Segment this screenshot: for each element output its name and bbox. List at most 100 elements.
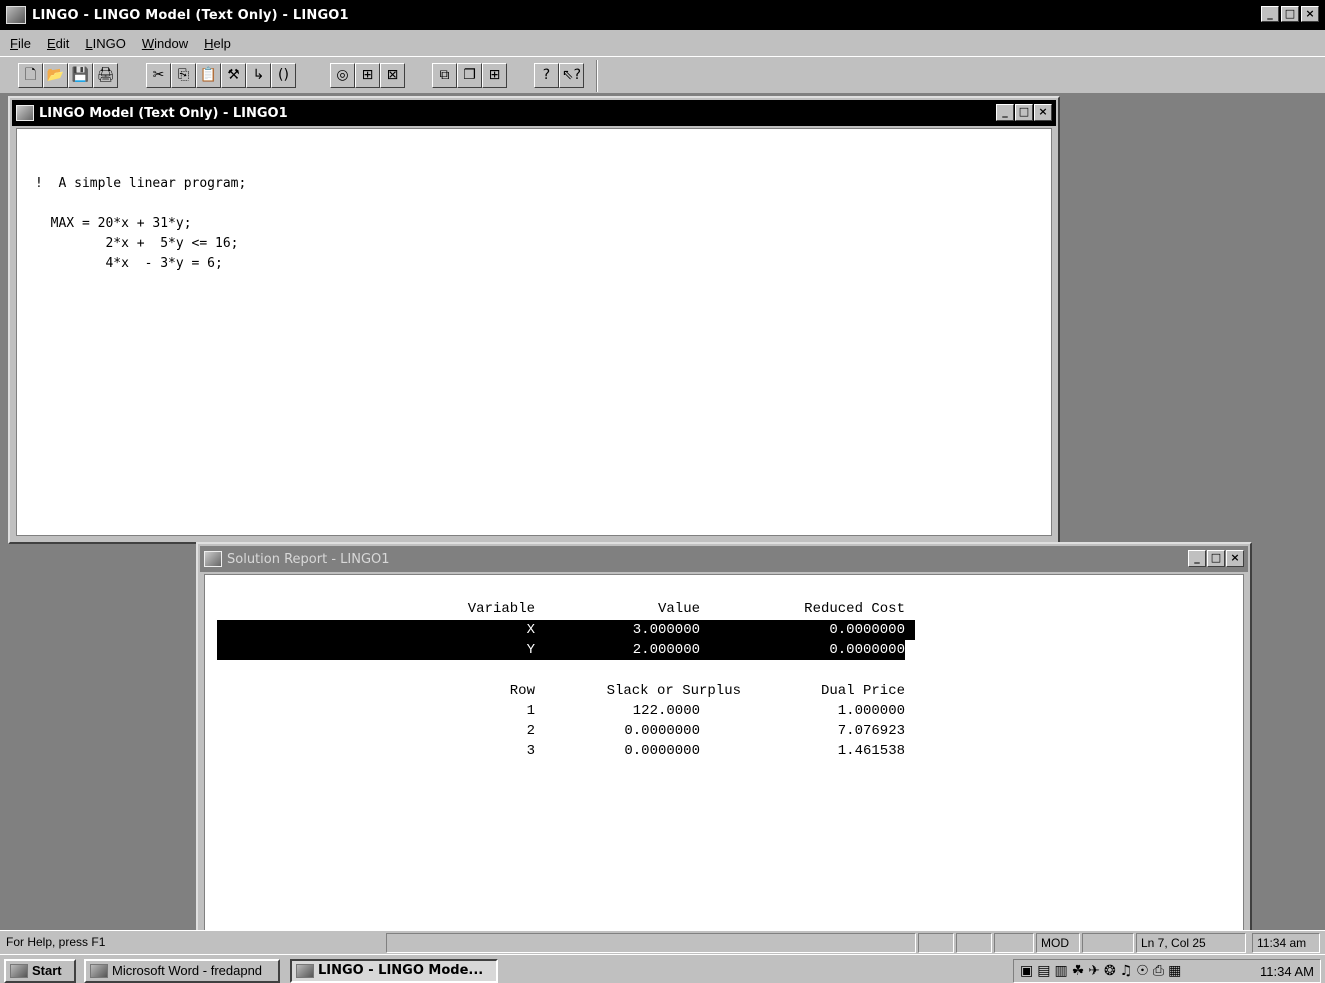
- tile-icon[interactable]: ⊞: [482, 63, 507, 88]
- goto-line-icon[interactable]: ↳: [246, 63, 271, 88]
- model-window-titlebar[interactable]: LINGO Model (Text Only) - LINGO1 _ □ ×: [12, 100, 1056, 126]
- reduced-cost-cell: 0.0000000: [829, 622, 905, 638]
- header-dual-price: Dual Price: [820, 683, 905, 699]
- satellite-icon[interactable]: ✈: [1088, 963, 1100, 979]
- lingo-icon: [296, 964, 314, 978]
- status-time: 11:34 am: [1252, 933, 1320, 953]
- menu-window[interactable]: Window: [142, 36, 188, 51]
- table-row[interactable]: Y 2.000000 0.0000000: [217, 640, 905, 660]
- lingo-app-icon[interactable]: [6, 6, 26, 24]
- status-pane-blank: [1082, 933, 1134, 953]
- header-slack-or-surplus: Slack or Surplus: [606, 683, 741, 699]
- windows-logo-icon: [10, 964, 28, 978]
- model-window-title: LINGO Model (Text Only) - LINGO1: [39, 105, 288, 121]
- taskbar: Start Microsoft Word - fredapnd LINGO - …: [0, 954, 1325, 983]
- header-row: Row: [509, 683, 535, 699]
- status-help-text: For Help, press F1: [6, 935, 106, 949]
- open-icon[interactable]: 📂: [43, 63, 68, 88]
- model-minimize-button[interactable]: _: [996, 104, 1014, 121]
- model-maximize-button[interactable]: □: [1015, 104, 1033, 121]
- taskbar-item-lingo[interactable]: LINGO - LINGO Mode...: [290, 959, 498, 983]
- header-value: Value: [657, 601, 700, 617]
- find-icon[interactable]: ⚒: [221, 63, 246, 88]
- report-window-title: Solution Report - LINGO1: [227, 551, 390, 567]
- header-reduced-cost: Reduced Cost: [804, 601, 905, 617]
- variable-value-cell: 2.000000: [632, 642, 700, 658]
- report-maximize-button[interactable]: □: [1207, 550, 1225, 567]
- toolbar-solve-group: ◎ ⊞ ⊠: [330, 63, 405, 88]
- match-parenthesis-icon[interactable]: (): [271, 63, 296, 88]
- model-window-icon[interactable]: [16, 105, 34, 121]
- model-editor[interactable]: ! A simple linear program; MAX = 20*x + …: [16, 128, 1052, 536]
- start-button[interactable]: Start: [4, 959, 76, 983]
- app-title: LINGO - LINGO Model (Text Only) - LINGO1: [32, 7, 349, 23]
- report-window-icon[interactable]: [204, 551, 222, 567]
- status-pane-blank: [918, 933, 954, 953]
- word-icon: [90, 964, 108, 978]
- system-tray: ▣ ▤ ▥ ☘ ✈ ❂ ♫ ☉ ⎙ ▦ 11:34 AM: [1013, 959, 1321, 983]
- shield-icon[interactable]: ☘: [1072, 963, 1085, 979]
- row-number-cell: 1: [526, 703, 535, 719]
- scheduler-icon[interactable]: ▦: [1168, 963, 1181, 979]
- context-help-icon[interactable]: ⇖?: [559, 63, 584, 88]
- battery-icon[interactable]: ▥: [1054, 963, 1067, 979]
- toolbar-edit-group: ✂ ⎘ 📋 ⚒ ↳ (): [146, 63, 296, 88]
- variable-name-cell: X: [526, 622, 535, 638]
- paste-icon[interactable]: 📋: [196, 63, 221, 88]
- save-icon[interactable]: 💾: [68, 63, 93, 88]
- variable-value-cell: 3.000000: [632, 622, 700, 638]
- report-close-button[interactable]: ×: [1226, 550, 1244, 567]
- report-content[interactable]: Variable Value Reduced Cost X 3.000000 0…: [204, 574, 1244, 932]
- send-to-back-icon[interactable]: ⧉: [432, 63, 457, 88]
- app-minimize-button[interactable]: _: [1261, 6, 1279, 22]
- app-titlebar[interactable]: LINGO - LINGO Model (Text Only) - LINGO1…: [0, 0, 1325, 30]
- cut-icon[interactable]: ✂: [146, 63, 171, 88]
- model-close-button[interactable]: ×: [1034, 104, 1052, 121]
- dual-price-cell: 1.461538: [837, 743, 905, 759]
- help-icon[interactable]: ?: [534, 63, 559, 88]
- toolbar-help-group: ? ⇖?: [534, 63, 584, 88]
- dual-price-cell: 7.076923: [837, 723, 905, 739]
- start-label: Start: [32, 963, 62, 978]
- taskbar-item-label: Microsoft Word - fredapnd: [112, 963, 263, 978]
- solve-icon[interactable]: ◎: [330, 63, 355, 88]
- tray-clock[interactable]: 11:34 AM: [1260, 964, 1314, 979]
- model-window-controls: _ □ ×: [996, 104, 1052, 121]
- menu-help[interactable]: Help: [204, 36, 231, 51]
- network-icon[interactable]: ▣: [1020, 963, 1033, 979]
- solution-icon[interactable]: ⊞: [355, 63, 380, 88]
- volume-icon[interactable]: ♫: [1120, 963, 1133, 979]
- app-close-button[interactable]: ×: [1301, 6, 1319, 22]
- table-row[interactable]: X 3.000000 0.0000000: [217, 620, 915, 640]
- update-icon[interactable]: ☉: [1136, 963, 1149, 979]
- toolbar-separator: [596, 60, 598, 92]
- report-window-titlebar[interactable]: Solution Report - LINGO1 _ □ ×: [200, 546, 1248, 572]
- copy-icon[interactable]: ⎘: [171, 63, 196, 88]
- settings-icon[interactable]: ❂: [1104, 963, 1116, 979]
- solution-report: Variable Value Reduced Cost X 3.000000 0…: [205, 575, 1243, 931]
- taskbar-item-label: LINGO - LINGO Mode...: [318, 963, 484, 978]
- app-restore-button[interactable]: □: [1281, 6, 1299, 22]
- report-minimize-button[interactable]: _: [1188, 550, 1206, 567]
- printer-icon[interactable]: ⎙: [1153, 963, 1164, 979]
- status-pane-blank: [994, 933, 1034, 953]
- print-icon[interactable]: 🖨: [93, 63, 118, 88]
- status-pane-message: [386, 933, 916, 953]
- model-code[interactable]: ! A simple linear program; MAX = 20*x + …: [35, 174, 246, 274]
- new-icon[interactable]: 🗋: [18, 63, 43, 88]
- menu-edit[interactable]: Edit: [47, 36, 69, 51]
- reduced-cost-cell: 0.0000000: [829, 642, 905, 658]
- cascade-icon[interactable]: ❐: [457, 63, 482, 88]
- status-pane-blank: [956, 933, 992, 953]
- menu-lingo[interactable]: LINGO: [85, 36, 125, 51]
- display-icon[interactable]: ▤: [1037, 963, 1050, 979]
- close-all-icon[interactable]: ⊠: [380, 63, 405, 88]
- report-window-controls: _ □ ×: [1188, 550, 1244, 567]
- toolbar-file-group: 🗋 📂 💾 🖨: [18, 63, 118, 88]
- row-number-cell: 2: [526, 723, 535, 739]
- menu-file[interactable]: File: [10, 36, 31, 51]
- menubar: File Edit LINGO Window Help: [0, 30, 1325, 56]
- status-cursor-position: Ln 7, Col 25: [1136, 933, 1246, 953]
- taskbar-item-word[interactable]: Microsoft Word - fredapnd: [84, 959, 280, 983]
- statusbar: For Help, press F1 MOD Ln 7, Col 25 11:3…: [0, 930, 1325, 954]
